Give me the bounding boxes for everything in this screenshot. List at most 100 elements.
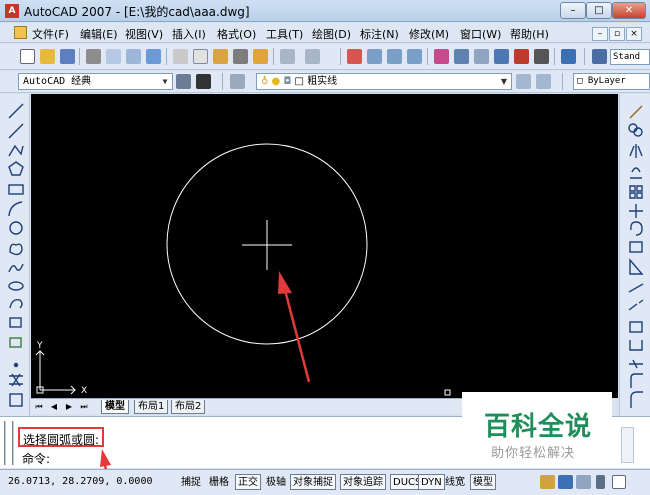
document-icon[interactable] — [14, 26, 27, 39]
extend-icon[interactable] — [628, 299, 644, 311]
region-icon[interactable] — [9, 393, 23, 407]
construction-line-icon[interactable] — [8, 123, 24, 139]
mirror-icon[interactable] — [629, 144, 643, 158]
revision-cloud-icon[interactable] — [9, 243, 23, 256]
menu-modify[interactable]: 修改(M) — [409, 26, 449, 42]
maximize-button[interactable]: □ — [586, 2, 612, 19]
point-icon[interactable] — [13, 362, 19, 368]
erase-icon[interactable] — [629, 105, 643, 119]
paste-icon[interactable] — [213, 49, 228, 64]
print-preview-icon[interactable] — [106, 49, 121, 64]
otrack-toggle[interactable]: 对象追踪 — [340, 474, 386, 490]
array-icon[interactable] — [629, 185, 643, 199]
scale-icon[interactable] — [629, 241, 643, 253]
polar-toggle[interactable]: 极轴 — [263, 474, 289, 490]
tab-layout2[interactable]: 布局2 — [171, 400, 206, 414]
lineweight-toggle[interactable]: 线宽 — [442, 474, 468, 490]
previous-tab-button[interactable]: ◀ — [48, 401, 60, 413]
join-icon[interactable] — [629, 340, 643, 351]
fillet-icon[interactable] — [630, 391, 643, 408]
text-style-icon[interactable] — [592, 49, 607, 64]
rectangle-icon[interactable] — [8, 184, 24, 195]
lock-toolbar-icon[interactable] — [558, 475, 573, 489]
line-icon[interactable] — [8, 103, 24, 119]
layer-previous-icon[interactable] — [536, 74, 551, 89]
make-current-layer-icon[interactable] — [516, 74, 531, 89]
workspace-select[interactable]: AutoCAD 经典 ▼ — [18, 73, 173, 90]
break-icon[interactable] — [629, 321, 643, 333]
layer-select[interactable]: ♁ ● ◘ □ 粗实线 ▼ — [256, 73, 512, 90]
ortho-toggle[interactable]: 正交 — [235, 474, 261, 490]
trim-icon[interactable] — [628, 283, 644, 293]
text-style-select[interactable]: Stand — [610, 49, 650, 65]
move-icon[interactable] — [629, 204, 643, 218]
trusted-publishers-icon[interactable] — [576, 475, 591, 489]
match-properties-icon[interactable] — [233, 49, 248, 64]
communication-center-icon[interactable] — [540, 475, 555, 489]
menu-view[interactable]: 视图(V) — [125, 26, 163, 42]
publish-icon[interactable] — [126, 49, 141, 64]
make-block-icon[interactable] — [9, 337, 22, 348]
layer-properties-icon[interactable] — [230, 74, 245, 89]
doc-restore-button[interactable]: ▫ — [609, 27, 625, 41]
drawing-canvas[interactable]: Y X — [31, 94, 618, 398]
ellipse-arc-icon[interactable] — [9, 298, 23, 309]
menu-edit[interactable]: 编辑(E) — [80, 26, 118, 42]
undo-icon[interactable] — [280, 49, 295, 64]
save-icon[interactable] — [60, 49, 75, 64]
spline-icon[interactable] — [8, 263, 24, 273]
autocad-logo-icon[interactable]: A — [5, 4, 19, 18]
print-icon[interactable] — [86, 49, 101, 64]
break-at-point-icon[interactable] — [629, 359, 643, 369]
close-button[interactable]: ✕ — [612, 2, 646, 19]
menu-dimension[interactable]: 标注(N) — [360, 26, 399, 42]
menu-draw[interactable]: 绘图(D) — [312, 26, 351, 42]
offset-icon[interactable] — [630, 167, 642, 179]
open-file-icon[interactable] — [40, 49, 55, 64]
redo-icon[interactable] — [305, 49, 320, 64]
grid-toggle[interactable]: 栅格 — [206, 474, 232, 490]
block-editor-icon[interactable] — [253, 49, 268, 64]
chevron-down-icon[interactable]: ▼ — [498, 75, 510, 88]
new-file-icon[interactable] — [20, 49, 35, 64]
polygon-icon[interactable] — [8, 161, 24, 176]
command-window-grip[interactable] — [4, 421, 14, 465]
tab-model[interactable]: 模型 — [101, 400, 129, 414]
osnap-toggle[interactable]: 对象捕捉 — [290, 474, 336, 490]
coordinate-readout[interactable]: 26.0713, 28.2709, 0.0000 — [8, 476, 153, 487]
hatch-icon[interactable] — [9, 373, 23, 387]
menu-tools[interactable]: 工具(T) — [266, 26, 303, 42]
polyline-icon[interactable] — [8, 144, 24, 157]
menu-file[interactable]: 文件(F) — [32, 26, 69, 42]
sun-icon[interactable]: ● — [272, 76, 281, 87]
color-control-select[interactable]: □ ByLayer — [573, 73, 650, 90]
first-tab-button[interactable]: ⏮ — [33, 401, 45, 413]
command-scrollbar[interactable] — [621, 427, 634, 463]
menu-window[interactable]: 窗口(W) — [460, 26, 501, 42]
menu-insert[interactable]: 插入(I) — [172, 26, 206, 42]
lightbulb-icon[interactable]: ♁ — [261, 76, 268, 87]
next-tab-button[interactable]: ▶ — [63, 401, 75, 413]
stretch-icon[interactable] — [629, 258, 644, 275]
design-center-icon[interactable] — [454, 49, 469, 64]
chevron-down-icon[interactable] — [596, 475, 605, 489]
doc-minimize-button[interactable]: – — [592, 27, 608, 41]
insert-block-icon[interactable] — [9, 317, 22, 328]
last-tab-button[interactable]: ⏭ — [78, 401, 90, 413]
minimize-button[interactable]: – — [560, 2, 586, 19]
copy-icon[interactable] — [193, 49, 208, 64]
menu-format[interactable]: 格式(O) — [217, 26, 256, 42]
calculator-icon[interactable] — [534, 49, 549, 64]
tool-palettes-icon[interactable] — [474, 49, 489, 64]
chamfer-icon[interactable] — [630, 373, 643, 388]
pan-icon[interactable] — [347, 49, 362, 64]
markup-icon[interactable] — [514, 49, 529, 64]
zoom-window-icon[interactable] — [387, 49, 402, 64]
cut-icon[interactable] — [173, 49, 188, 64]
model-space-toggle[interactable]: 模型 — [470, 474, 496, 490]
menu-help[interactable]: 帮助(H) — [510, 26, 549, 42]
properties-icon[interactable] — [434, 49, 449, 64]
arc-icon[interactable] — [8, 201, 23, 217]
ellipse-icon[interactable] — [8, 281, 24, 291]
rotate-icon[interactable] — [630, 221, 643, 236]
